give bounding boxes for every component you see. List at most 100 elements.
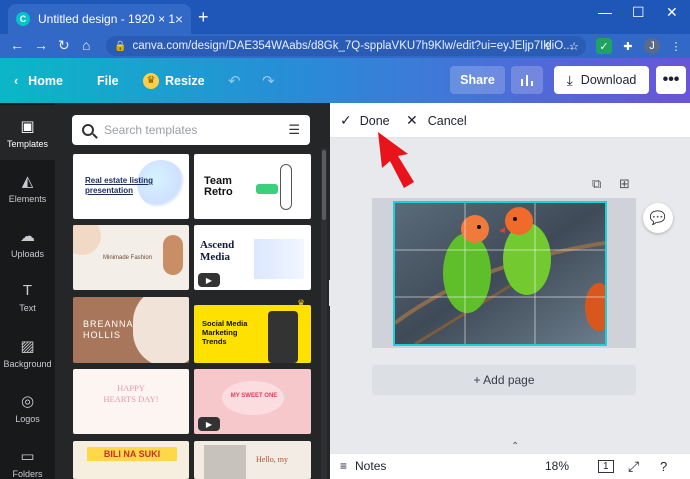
search-placeholder: Search templates	[104, 123, 198, 137]
insights-chart-icon[interactable]	[511, 66, 543, 94]
help-icon[interactable]: ?	[660, 453, 667, 479]
forward-arrow-icon[interactable]: →	[34, 37, 48, 53]
share-page-icon[interactable]: ⇪	[540, 38, 556, 54]
minimize-icon[interactable]: —	[598, 4, 612, 20]
search-icon	[82, 124, 94, 136]
browser-menu-icon[interactable]: ⋮	[668, 38, 684, 54]
rail-item-label: Text	[19, 303, 36, 313]
share-button[interactable]: Share	[450, 66, 505, 94]
selected-image-lovebirds[interactable]	[393, 201, 607, 346]
filter-sliders-icon[interactable]: ☰	[288, 122, 300, 138]
template-title: Minimade Fashion	[103, 255, 153, 261]
rail-item-background[interactable]: ▨ Background	[0, 325, 55, 380]
rail-item-elements[interactable]: ◭ Elements	[0, 160, 55, 215]
chevron-left-icon: ‹	[14, 73, 19, 88]
crown-icon: ♛	[143, 72, 159, 89]
template-thumbnail-breanna-hollis[interactable]: BREANNA HOLLIS	[73, 297, 189, 363]
canva-favicon-icon: C	[16, 12, 30, 26]
template-thumbnail-real-estate[interactable]: Real estate listing presentation	[73, 154, 189, 219]
new-tab-button[interactable]: +	[198, 7, 209, 28]
notes-icon: ≡	[340, 459, 348, 473]
lovebirds-photo	[395, 203, 605, 344]
templates-icon: ▣	[20, 117, 35, 135]
rail-item-folders[interactable]: ▭ Folders	[0, 435, 55, 479]
notes-button[interactable]: ≡ Notes	[340, 453, 386, 479]
template-title: BREANNA HOLLIS	[83, 319, 134, 340]
rail-item-text[interactable]: T Text	[0, 270, 55, 325]
video-play-icon: ▶	[198, 273, 220, 287]
template-title: Team Retro	[204, 175, 233, 198]
rail-item-logos[interactable]: ◎ Logos	[0, 380, 55, 435]
window-close-icon[interactable]: ✕	[666, 4, 678, 21]
template-thumbnail-team-retro[interactable]: Team Retro	[194, 154, 311, 219]
check-icon: ✓	[340, 112, 352, 128]
template-title: Ascend Media	[200, 239, 235, 263]
search-templates-input[interactable]: Search templates ☰	[72, 115, 310, 145]
file-menu-button[interactable]: File	[97, 58, 119, 103]
back-arrow-icon[interactable]: ←	[10, 37, 24, 53]
address-bar[interactable]: 🔒 canva.com/design/DAE354WAabs/d8Gk_7Q-s…	[106, 36, 586, 56]
add-comment-button[interactable]: 💬	[643, 203, 673, 233]
download-icon: ⤓	[566, 71, 573, 88]
undo-icon[interactable]: ↶	[228, 58, 241, 103]
template-title: Hello, my	[256, 455, 288, 464]
app-root: C Untitled design - 1920 × 1080px × + — …	[0, 0, 690, 479]
template-thumbnail-hello-my[interactable]: Hello, my	[194, 441, 311, 479]
template-title: Real estate listing presentation	[85, 176, 154, 195]
rail-item-label: Logos	[15, 413, 40, 424]
home-icon[interactable]: ⌂	[82, 37, 90, 53]
resize-label: Resize	[165, 73, 205, 88]
folders-icon: ▭	[20, 447, 35, 465]
zoom-level[interactable]: 18%	[545, 453, 569, 479]
extensions-puzzle-icon[interactable]: ✚	[620, 38, 636, 54]
add-page-icon[interactable]: ⊞	[619, 176, 630, 192]
lock-icon: 🔒	[114, 40, 127, 52]
elements-icon: ◭	[21, 172, 34, 190]
notes-label: Notes	[355, 459, 387, 473]
template-thumbnail-minimade-fashion[interactable]: Minimade Fashion	[73, 225, 189, 290]
template-title: BILI NA SUKI	[87, 447, 177, 461]
profile-avatar[interactable]: J	[644, 38, 660, 54]
cancel-label: Cancel	[427, 113, 467, 128]
close-icon: ✕	[406, 112, 418, 128]
template-title: Social Media Marketing Trends	[202, 319, 248, 346]
text-icon: T	[22, 282, 33, 299]
resize-button[interactable]: ♛ Resize	[143, 58, 205, 103]
logos-icon: ◎	[20, 392, 35, 410]
reload-icon[interactable]: ↻	[58, 37, 70, 54]
bookmark-star-icon[interactable]: ☆	[566, 38, 582, 54]
template-title: HAPPY HEARTS DAY!	[103, 383, 159, 404]
chevron-up-icon[interactable]: ⌃	[511, 441, 519, 452]
page-count-button[interactable]: 1	[598, 453, 614, 479]
rail-item-templates[interactable]: ▣ Templates	[0, 105, 55, 160]
download-button[interactable]: ⤓ Download	[554, 66, 649, 94]
page-count: 1	[598, 459, 614, 473]
template-thumbnail-social-media-marketing[interactable]: Social Media Marketing Trends	[194, 305, 311, 363]
template-thumbnail-bili-na-suki[interactable]: BILI NA SUKI	[73, 441, 189, 479]
template-thumbnail-happy-hearts-day[interactable]: HAPPY HEARTS DAY!	[73, 369, 189, 434]
rail-item-label: Templates	[6, 138, 49, 149]
extension-check-icon[interactable]: ✓	[596, 38, 612, 54]
add-page-button[interactable]: + Add page	[372, 365, 636, 395]
templates-scrollbar-thumb[interactable]	[322, 150, 326, 220]
home-label: Home	[28, 73, 63, 88]
background-icon: ▨	[20, 337, 35, 355]
fullscreen-icon[interactable]: ⤢	[628, 453, 639, 479]
browser-tab[interactable]: C Untitled design - 1920 × 1080px ×	[8, 4, 191, 34]
tab-title: Untitled design - 1920 × 1080px	[38, 12, 175, 26]
download-label: Download	[580, 73, 637, 87]
template-thumbnail-my-sweet-one[interactable]: MY SWEET ONE ▶	[194, 369, 311, 434]
template-thumbnail-ascend-media[interactable]: Ascend Media ▶	[194, 225, 311, 290]
more-options-button[interactable]: •••	[656, 66, 686, 94]
video-play-icon: ▶	[198, 417, 220, 431]
maximize-icon[interactable]: ☐	[632, 4, 645, 21]
home-button[interactable]: ‹ Home	[14, 58, 63, 103]
template-title: MY SWEET ONE	[230, 393, 278, 399]
redo-icon[interactable]: ↷	[262, 58, 275, 103]
rail-item-label: Background	[3, 358, 52, 369]
red-arrow-annotation-icon	[378, 132, 414, 188]
rail-item-label: Elements	[8, 193, 47, 204]
duplicate-page-icon[interactable]: ⧉	[592, 176, 601, 192]
rail-item-uploads[interactable]: ☁ Uploads	[0, 215, 55, 270]
tab-close-icon[interactable]: ×	[175, 11, 183, 27]
